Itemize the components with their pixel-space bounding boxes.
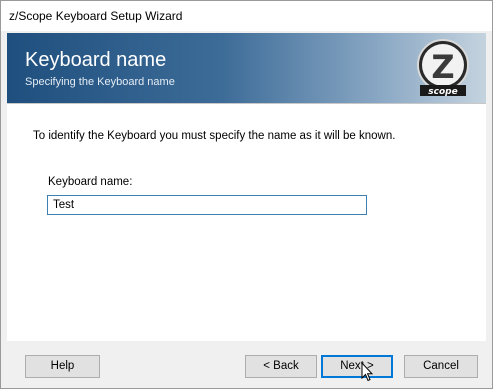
cancel-button[interactable]: Cancel	[404, 355, 478, 378]
instruction-text: To identify the Keyboard you must specif…	[33, 130, 396, 142]
title-bar: z/Scope Keyboard Setup Wizard	[1, 1, 492, 31]
logo-text: scope	[428, 87, 457, 97]
next-button[interactable]: Next >	[321, 355, 393, 378]
banner-title: Keyboard name	[25, 49, 167, 71]
wizard-window: z/Scope Keyboard Setup Wizard Keyboard n…	[0, 0, 493, 389]
logo-letter: Z	[431, 48, 454, 86]
back-button[interactable]: < Back	[245, 355, 317, 378]
button-row: Help < Back Next > Cancel	[7, 340, 486, 383]
header-banner: Keyboard name Specifying the Keyboard na…	[7, 33, 486, 103]
mouse-cursor-icon	[361, 362, 373, 382]
zscope-logo-icon: Z scope	[417, 39, 469, 97]
banner-subtitle: Specifying the Keyboard name	[25, 76, 175, 88]
window-title: z/Scope Keyboard Setup Wizard	[9, 9, 183, 23]
wizard-content: To identify the Keyboard you must specif…	[7, 103, 486, 340]
help-button[interactable]: Help	[25, 355, 100, 378]
keyboard-name-input[interactable]	[47, 195, 367, 215]
keyboard-name-label: Keyboard name:	[48, 176, 133, 188]
